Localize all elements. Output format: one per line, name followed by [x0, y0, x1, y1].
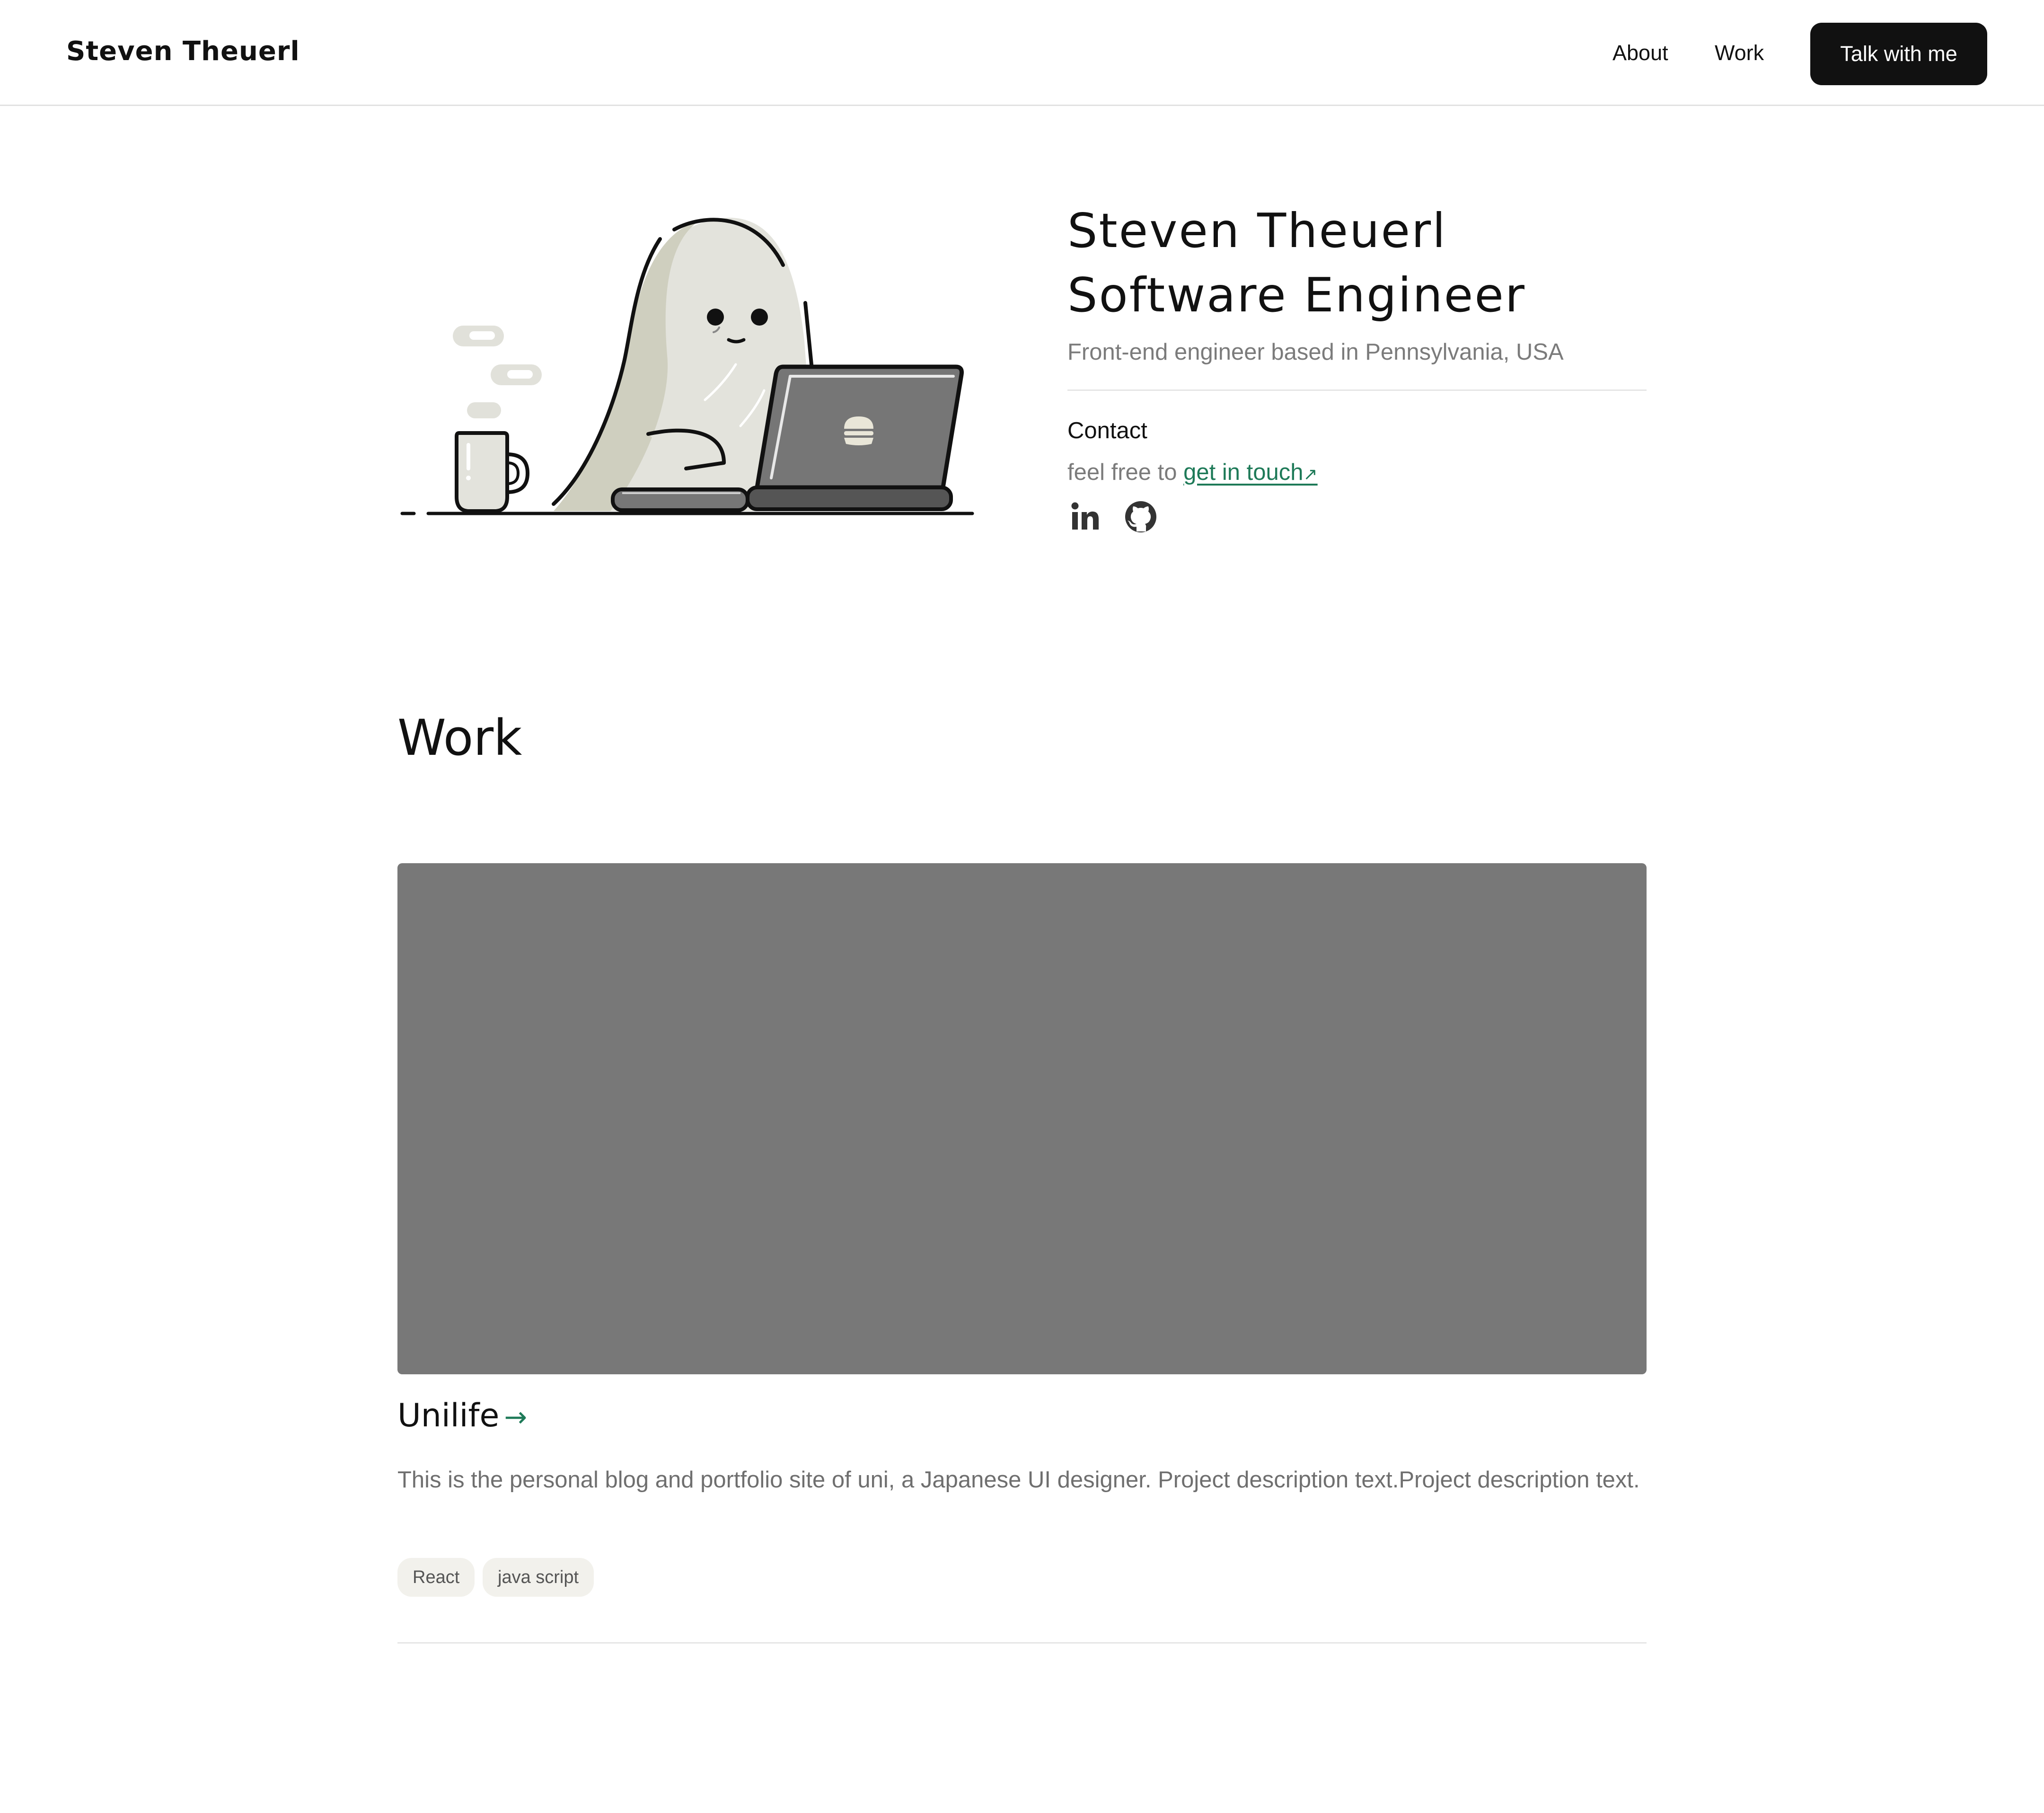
hero-divider	[1067, 389, 1647, 391]
talk-with-me-button[interactable]: Talk with me	[1810, 23, 1987, 85]
project-tag: java script	[483, 1558, 594, 1597]
project-title-link[interactable]: Unilife →	[397, 1397, 527, 1434]
hero-subtitle: Front-end engineer based in Pennsylvania…	[1067, 339, 1564, 365]
site-header: Steven Theuerl About Work Talk with me	[0, 0, 2044, 106]
hero-role: Software Engineer	[1067, 267, 1526, 323]
ghost-laptop-illustration	[400, 218, 974, 515]
project-divider	[397, 1642, 1647, 1644]
project-description: This is the personal blog and portfolio …	[397, 1467, 1640, 1493]
project-tag: React	[397, 1558, 475, 1597]
contact-line: feel free to get in touch↗	[1067, 459, 1318, 486]
linkedin-icon[interactable]	[1067, 499, 1102, 534]
external-link-icon: ↗	[1303, 464, 1318, 484]
nav-work-link[interactable]: Work	[1715, 41, 1764, 65]
get-in-touch-label: get in touch	[1183, 460, 1304, 485]
contact-prefix: feel free to	[1067, 460, 1184, 485]
hero-title: Steven Theuerl Software Engineer	[1067, 199, 1683, 327]
project-image-placeholder[interactable]	[397, 863, 1647, 1374]
github-icon[interactable]	[1123, 499, 1158, 534]
arrow-right-icon: →	[504, 1401, 527, 1433]
site-logo[interactable]: Steven Theuerl	[66, 36, 300, 67]
contact-label: Contact	[1067, 418, 1147, 443]
work-section-title: Work	[397, 709, 522, 767]
get-in-touch-link[interactable]: get in touch↗	[1183, 460, 1318, 485]
project-title: Unilife	[397, 1397, 500, 1434]
hero-name: Steven Theuerl	[1067, 203, 1447, 258]
nav-about-link[interactable]: About	[1612, 41, 1668, 65]
